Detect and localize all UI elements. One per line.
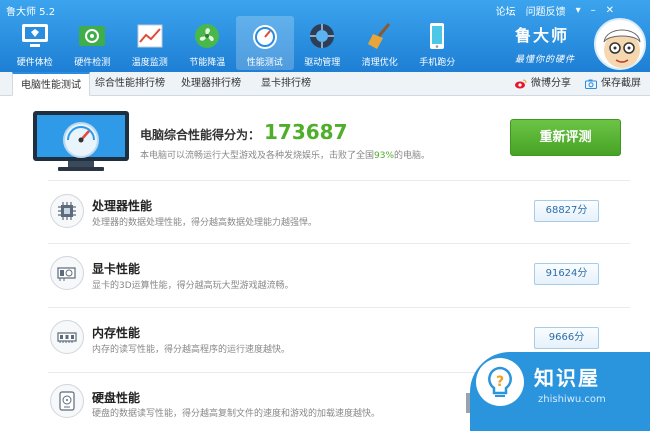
retest-button[interactable]: 重新评测 [510, 119, 621, 156]
cpu-score-badge[interactable]: 68827分 [534, 200, 599, 222]
disk-icon [50, 384, 84, 418]
gpu-desc: 显卡的3D运算性能，得分越高玩大型游戏越流畅。 [92, 281, 294, 291]
divider [48, 180, 630, 181]
broom-icon [363, 20, 397, 52]
cpu-icon [50, 194, 84, 228]
watermark-title: 知识屋 [534, 366, 600, 390]
main-toolbar: 硬件体检 硬件检测 温度监测 节能降温 性能测试 驱动管理 清理优化 手机跑分 [6, 16, 466, 70]
question-lamp-icon: ? [476, 358, 524, 406]
memory-score-badge[interactable]: 9666分 [534, 327, 599, 349]
tool-temperature[interactable]: 温度监测 [121, 16, 179, 70]
menu-icon[interactable]: ▾ [576, 5, 581, 16]
tool-performance[interactable]: 性能测试 [236, 16, 294, 70]
disk-desc: 硬盘的数据读写性能，得分越高复制文件的速度和游戏的加载速度越快。 [92, 409, 381, 419]
feedback-link[interactable]: 问题反馈 [526, 3, 566, 18]
gpu-title: 显卡性能 [92, 262, 141, 276]
weibo-share-label: 微博分享 [531, 78, 571, 89]
tool-label: 驱动管理 [304, 58, 341, 68]
tool-label: 手机跑分 [419, 58, 456, 68]
tool-driver[interactable]: 驱动管理 [294, 16, 352, 70]
score-description: 本电脑可以流畅运行大型游戏及各种发烧娱乐，击败了全国93%的电脑。 [140, 148, 430, 161]
weibo-icon [515, 79, 527, 89]
tab-pc-performance[interactable]: 电脑性能测试 [12, 72, 90, 96]
weibo-share-button[interactable]: 微博分享 [515, 72, 571, 96]
tab-cpu-ranking[interactable]: 处理器排行榜 [174, 72, 248, 96]
disk-title: 硬盘性能 [92, 391, 141, 405]
score-label: 电脑综合性能得分为： [140, 128, 261, 142]
app-header: 鲁大师 5.2 论坛 问题反馈 ▾ – ✕ 硬件体检 硬件检测 温度监测 节能降… [0, 0, 650, 72]
speedometer-icon [248, 20, 282, 52]
monitor-speedometer-icon [32, 110, 130, 175]
score-desc-suffix: 的电脑。 [394, 151, 431, 161]
save-screenshot-button[interactable]: 保存截屏 [585, 72, 641, 96]
fan-icon [190, 20, 224, 52]
tab-gpu-ranking[interactable]: 显卡排行榜 [254, 72, 318, 96]
score-line: 电脑综合性能得分为： 173687 [140, 120, 348, 144]
gpu-icon [50, 256, 84, 290]
memory-icon [50, 320, 84, 354]
watermark-url: zhishiwu.com [538, 394, 606, 405]
tool-label: 温度监测 [131, 58, 168, 68]
phone-icon [420, 20, 454, 52]
svg-text:?: ? [496, 374, 504, 390]
hardware-detect-icon [75, 20, 109, 52]
minimize-icon[interactable]: – [591, 5, 596, 16]
mascot-avatar[interactable] [594, 18, 646, 70]
tool-cleanup[interactable]: 清理优化 [351, 16, 409, 70]
cpu-title: 处理器性能 [92, 199, 153, 213]
watermark: ? 知识屋 zhishiwu.com [470, 352, 650, 431]
save-screenshot-label: 保存截屏 [601, 78, 641, 89]
tool-phone[interactable]: 手机跑分 [409, 16, 467, 70]
driver-icon [305, 20, 339, 52]
gpu-score-badge[interactable]: 91624分 [534, 263, 599, 285]
memory-title: 内存性能 [92, 326, 141, 340]
tool-label: 性能测试 [246, 58, 283, 68]
memory-desc: 内存的读写性能，得分越高程序的运行速度越快。 [92, 345, 291, 355]
divider [48, 243, 630, 244]
camera-icon [585, 79, 597, 89]
tab-overall-ranking[interactable]: 综合性能排行榜 [92, 72, 168, 96]
forum-link[interactable]: 论坛 [496, 3, 516, 18]
close-icon[interactable]: ✕ [606, 5, 614, 16]
window-links: 论坛 问题反馈 ▾ – ✕ [496, 3, 614, 18]
tool-hardware-checkup[interactable]: 硬件体检 [6, 16, 64, 70]
brand-slogan: 最懂你的硬件 [515, 55, 576, 65]
score-desc-prefix: 本电脑可以流畅运行大型游戏及各种发烧娱乐，击败了全国 [140, 151, 375, 161]
total-score: 173687 [264, 120, 348, 144]
cpu-desc: 处理器的数据处理性能，得分越高数据处理能力越强悍。 [92, 218, 318, 228]
beat-percent: 93% [374, 151, 395, 161]
tool-label: 硬件体检 [16, 58, 53, 68]
tool-label: 硬件检测 [74, 58, 111, 68]
tab-bar: 电脑性能测试 综合性能排行榜 处理器排行榜 显卡排行榜 微博分享 保存截屏 [0, 72, 650, 96]
temperature-monitor-icon [133, 20, 167, 52]
hardware-checkup-icon [18, 20, 52, 52]
tool-label: 节能降温 [189, 58, 226, 68]
tool-hardware-detect[interactable]: 硬件检测 [64, 16, 122, 70]
brand-title: 鲁大师 [515, 26, 570, 45]
tool-cooling[interactable]: 节能降温 [179, 16, 237, 70]
tool-label: 清理优化 [361, 58, 398, 68]
divider [48, 307, 630, 308]
brand: 鲁大师 最懂你的硬件 [515, 22, 575, 65]
